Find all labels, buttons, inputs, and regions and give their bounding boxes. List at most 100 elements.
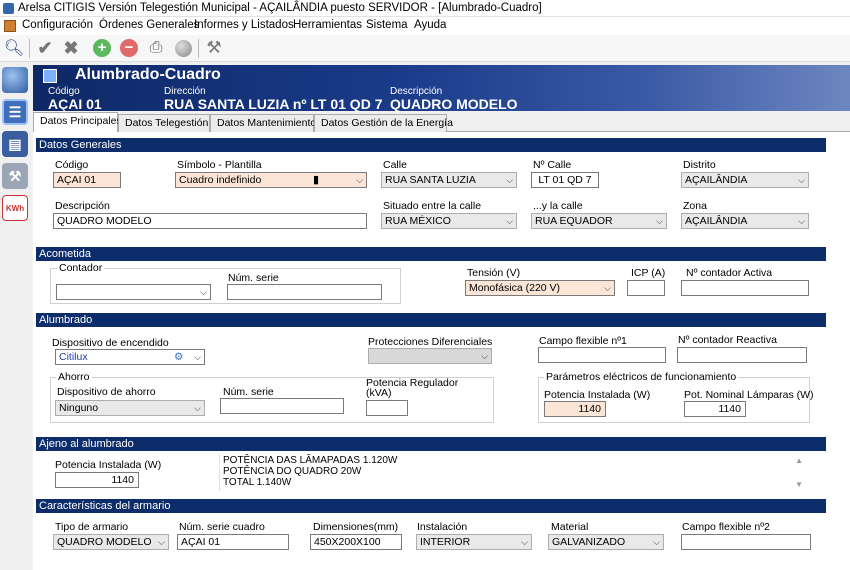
- toolbar-divider: [198, 39, 199, 58]
- ncalle-field[interactable]: LT 01 QD 7: [531, 172, 599, 188]
- globe-icon[interactable]: [2, 67, 28, 93]
- distrito-select[interactable]: AÇAILÂNDIA ⌵: [681, 172, 809, 188]
- tab-datos-mantenimiento[interactable]: Datos Mantenimiento: [210, 114, 316, 132]
- tipo-armario-select[interactable]: QUADRO MODELO ⌵: [53, 534, 169, 550]
- tab-datos-gestion-energia[interactable]: Datos Gestión de la Energía: [314, 114, 453, 132]
- menu-ayuda[interactable]: Ayuda: [414, 19, 446, 31]
- tipo-armario-label: Tipo de armario: [55, 521, 129, 533]
- icp-label: ICP (A): [631, 267, 666, 279]
- remove-icon[interactable]: −: [118, 37, 140, 59]
- pot-nominal-field[interactable]: 1140: [684, 401, 746, 417]
- campo2-field[interactable]: [681, 534, 811, 550]
- material-select[interactable]: GALVANIZADO ⌵: [548, 534, 664, 550]
- tension-select[interactable]: Monofásica (220 V) ⌵: [465, 280, 615, 296]
- acometida-num-serie-label: Núm. serie: [228, 272, 279, 284]
- dispositivo-encendido-value: Citilux: [59, 351, 88, 363]
- header-descripcion-value: QUADRO MODELO: [390, 96, 518, 112]
- title-bar: Arelsa CITIGIS Versión Telegestión Munic…: [0, 0, 850, 17]
- distrito-label: Distrito: [683, 159, 716, 171]
- codigo-field[interactable]: AÇAI 01: [53, 172, 121, 188]
- dispositivo-encendido-select[interactable]: Citilux ⚙︎ ⌵: [55, 349, 205, 365]
- situado-select[interactable]: RUA MÉXICO ⌵: [381, 213, 517, 229]
- simbolo-select[interactable]: Cuadro indefinido ▮ ⌵: [175, 172, 367, 188]
- acometida-num-serie-field[interactable]: [227, 284, 382, 300]
- pot-instalada-field[interactable]: 1140: [544, 401, 606, 417]
- descripcion-field[interactable]: QUADRO MODELO: [53, 213, 367, 229]
- ncontador-reactiva-field[interactable]: [677, 347, 807, 363]
- globe-icon[interactable]: [172, 37, 194, 59]
- print-icon[interactable]: ⎙: [145, 37, 167, 59]
- scroll-down-icon[interactable]: ▼: [795, 480, 803, 489]
- zona-select[interactable]: AÇAILÂNDIA ⌵: [681, 213, 809, 229]
- instalacion-select[interactable]: INTERIOR ⌵: [416, 534, 532, 550]
- section-acometida: Acometida: [36, 247, 826, 261]
- chevron-down-icon: ⌵: [798, 175, 805, 185]
- observaciones-textarea[interactable]: POTÊNCIA DAS LÂMAPADAS 1.120W POTÊNCIA D…: [219, 454, 805, 491]
- tab-bar: Datos Principales Datos Telegestión Dato…: [33, 112, 850, 133]
- toolbar-divider: [29, 39, 30, 58]
- ncontador-activa-field[interactable]: [681, 280, 809, 296]
- ahorro-title: Ahorro: [56, 371, 92, 383]
- document-menu-icon[interactable]: [4, 20, 16, 32]
- calle-select[interactable]: RUA SANTA LUZIA ⌵: [381, 172, 517, 188]
- simbolo-value: Cuadro indefinido: [179, 174, 262, 186]
- section-ajeno: Ajeno al alumbrado: [36, 437, 826, 451]
- icp-field[interactable]: [627, 280, 665, 296]
- pot-instalada-label: Potencia Instalada (W): [544, 389, 651, 401]
- book-icon[interactable]: ▤: [2, 131, 28, 157]
- close-icon[interactable]: ✖︎: [60, 37, 82, 59]
- ylacalle-label: ...y la calle: [533, 200, 583, 212]
- tab-datos-telegestion[interactable]: Datos Telegestión: [118, 114, 210, 132]
- observaciones-text: POTÊNCIA DAS LÂMAPADAS 1.120W POTÊNCIA D…: [223, 455, 398, 488]
- nserie-cuadro-label: Núm. serie cuadro: [179, 521, 265, 533]
- menu-ordenes-generales[interactable]: Órdenes Generales: [99, 19, 199, 31]
- window-title: Arelsa CITIGIS Versión Telegestión Munic…: [18, 2, 542, 14]
- search-icon[interactable]: 🔍︎: [3, 37, 25, 59]
- nserie-cuadro-field[interactable]: AÇAI 01: [177, 534, 289, 550]
- potencia-regulador-field[interactable]: [366, 400, 408, 416]
- menu-informes[interactable]: Informes y Listados: [194, 19, 294, 31]
- chevron-down-icon: ⌵: [521, 537, 528, 547]
- chevron-down-icon: ⌵: [506, 216, 513, 226]
- chevron-down-icon: ⌵: [356, 175, 363, 185]
- menu-sistema[interactable]: Sistema: [366, 19, 408, 31]
- tab-datos-principales[interactable]: Datos Principales: [33, 112, 122, 133]
- ajeno-pot-instalada-field[interactable]: 1140: [55, 472, 139, 488]
- menu-herramientas[interactable]: Herramientas: [293, 19, 362, 31]
- add-icon[interactable]: +: [91, 37, 113, 59]
- app-icon: [3, 3, 14, 14]
- ylacalle-select[interactable]: RUA EQUADOR ⌵: [531, 213, 667, 229]
- cabinet-icon[interactable]: ☰: [2, 99, 28, 125]
- check-icon[interactable]: ✔︎: [34, 37, 56, 59]
- campo1-field[interactable]: [538, 347, 666, 363]
- instalacion-label: Instalación: [417, 521, 468, 533]
- dimensiones-label: Dimensiones(mm): [313, 521, 399, 533]
- chevron-down-icon: ⌵: [200, 287, 207, 297]
- header-direccion-value: RUA SANTA LUZIA nº LT 01 QD 7: [164, 96, 383, 112]
- scroll-up-icon[interactable]: ▲: [795, 456, 803, 465]
- tools-icon[interactable]: ⚒︎: [203, 37, 225, 59]
- menu-bar: Configuración Órdenes Generales Informes…: [0, 17, 850, 35]
- protecciones-label: Protecciones Diferenciales: [368, 336, 493, 348]
- chevron-down-icon: ⌵: [481, 351, 488, 361]
- contador-select[interactable]: ⌵: [56, 284, 211, 300]
- dimensiones-field[interactable]: 450X200X100: [310, 534, 402, 550]
- calle-label: Calle: [383, 159, 407, 171]
- pot-nominal-label: Pot. Nominal Lámparas (W): [684, 389, 814, 401]
- page-title: Alumbrado-Cuadro: [75, 66, 221, 83]
- chevron-down-icon: ⌵: [656, 216, 663, 226]
- material-value: GALVANIZADO: [552, 536, 626, 548]
- contador-label: Contador: [57, 262, 105, 274]
- ahorro-num-serie-field[interactable]: [220, 398, 344, 414]
- tools-icon[interactable]: ⚒︎: [2, 163, 28, 189]
- ncalle-label: Nº Calle: [533, 159, 572, 171]
- situado-value: RUA MÉXICO: [385, 215, 451, 227]
- disp-ahorro-select[interactable]: Ninguno ⌵: [55, 400, 205, 416]
- menu-configuracion[interactable]: Configuración: [22, 19, 93, 31]
- chevron-down-icon: ⌵: [798, 216, 805, 226]
- toolbar: 🔍︎ ✔︎ ✖︎ + − ⎙ ⚒︎: [0, 35, 850, 62]
- chevron-down-icon: ⌵: [506, 175, 513, 185]
- kwh-icon[interactable]: KWh: [2, 195, 28, 221]
- protecciones-select[interactable]: ⌵: [368, 348, 492, 364]
- simbolo-label: Símbolo - Plantilla: [177, 159, 262, 171]
